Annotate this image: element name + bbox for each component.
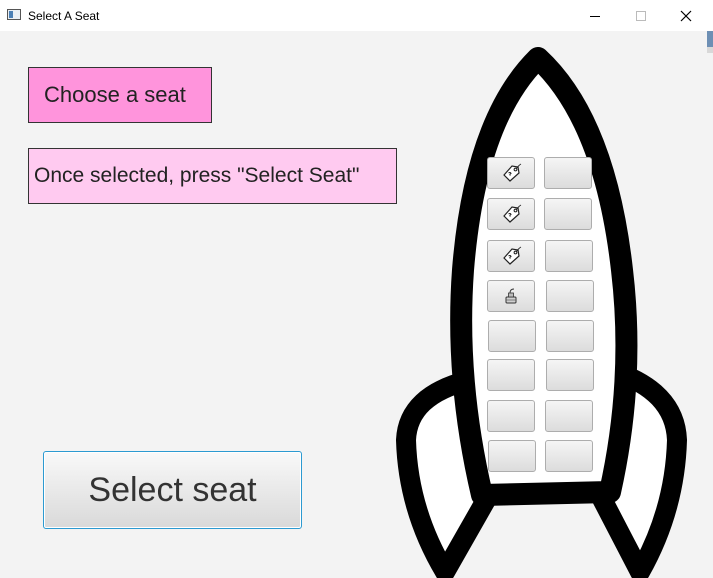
seat-button[interactable] xyxy=(487,280,535,312)
close-icon xyxy=(680,10,692,21)
seat-button[interactable] xyxy=(545,400,593,432)
seat-button[interactable] xyxy=(545,440,593,472)
minimize-button[interactable] xyxy=(572,0,618,31)
seat-button[interactable] xyxy=(488,320,536,352)
seat-button[interactable] xyxy=(487,359,535,391)
tag-icon xyxy=(503,163,522,182)
maximize-button[interactable] xyxy=(618,0,664,31)
rocket-illustration xyxy=(396,47,687,578)
instruction-label: Once selected, press "Select Seat" xyxy=(28,148,397,204)
seat-button[interactable] xyxy=(546,359,594,391)
seat-button[interactable] xyxy=(488,440,536,472)
seat-button[interactable] xyxy=(487,198,535,230)
ink-bottle-icon xyxy=(505,288,517,304)
seat-button[interactable] xyxy=(544,157,592,189)
seat-button[interactable] xyxy=(545,240,593,272)
minimize-icon xyxy=(590,15,600,17)
seat-button[interactable] xyxy=(546,320,594,352)
seat-button[interactable] xyxy=(546,280,594,312)
select-seat-button[interactable]: Select seat xyxy=(43,451,302,529)
tag-icon xyxy=(503,204,522,223)
seat-button[interactable] xyxy=(487,240,535,272)
background-window-edge xyxy=(707,31,713,47)
tag-icon xyxy=(503,246,522,265)
seat-button[interactable] xyxy=(487,157,535,189)
app-icon xyxy=(7,9,21,20)
seat-button[interactable] xyxy=(544,198,592,230)
window-title: Select A Seat xyxy=(28,9,100,23)
close-button[interactable] xyxy=(663,0,709,31)
background-window-edge xyxy=(707,47,713,53)
title-bar: Select A Seat xyxy=(0,0,713,31)
seat-button[interactable] xyxy=(487,400,535,432)
maximize-icon xyxy=(636,10,646,21)
choose-seat-label: Choose a seat xyxy=(28,67,212,123)
rocket-body xyxy=(450,47,638,506)
